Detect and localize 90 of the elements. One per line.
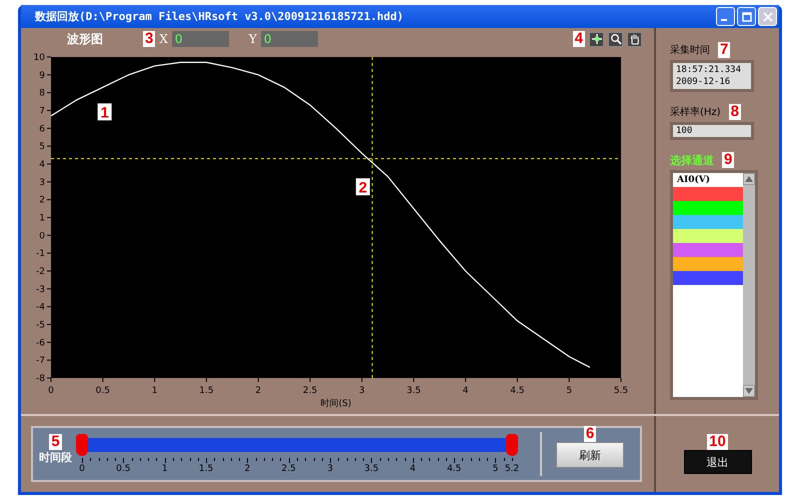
y-tick-label: 8 — [39, 88, 45, 99]
y-tick-label: 4 — [39, 160, 45, 170]
channel-color-row[interactable] — [673, 271, 743, 285]
y-tick-label: -1 — [36, 249, 45, 260]
y-tick-label: 0 — [39, 231, 45, 242]
hand-tool-icon[interactable] — [627, 32, 642, 46]
channel-select-label: 选择通道 — [670, 152, 714, 168]
callout-number: 9 — [722, 152, 734, 168]
acquire-time-display: 18:57:21.334 2009-12-16 — [670, 60, 754, 92]
x-tick-label: 5.5 — [614, 386, 628, 396]
y-tick-label: -5 — [36, 320, 45, 330]
callout-number: 10 — [707, 434, 728, 450]
window-title: 数据回放(D:\Program Files\HRsoft v3.0\20091216185721.hdd) — [35, 9, 404, 24]
y-tick-label: 7 — [39, 106, 45, 116]
x-tick-label: 1 — [152, 386, 158, 396]
channel-color-row[interactable] — [673, 257, 743, 271]
cursor-x-label: X — [159, 32, 168, 46]
x-tick-label: 2 — [255, 386, 262, 396]
channel-color-row[interactable] — [673, 187, 743, 201]
minimize-button[interactable] — [716, 7, 735, 26]
channel-color-row[interactable] — [673, 215, 743, 229]
scale-label: 4 — [410, 464, 416, 474]
sample-rate-label: 采样率(Hz) — [670, 106, 721, 119]
y-tick-label: 6 — [39, 124, 45, 134]
callout-number: 3 — [143, 31, 156, 47]
scale-label: 3.5 — [364, 464, 379, 474]
minimize-icon — [721, 19, 727, 21]
callout-number: 7 — [718, 42, 730, 58]
sample-rate-display: 100 — [670, 122, 754, 140]
y-tick-label: 2 — [39, 196, 45, 206]
callout-number: 8 — [728, 104, 741, 120]
callout-number: 1 — [98, 103, 112, 122]
slider-thumb[interactable] — [506, 434, 518, 456]
callout-number: 4 — [572, 31, 585, 47]
refresh-button[interactable]: 刷新 — [556, 442, 624, 468]
y-tick-label: -7 — [36, 356, 45, 366]
y-tick-label: 1 — [39, 214, 45, 224]
slider-thumb[interactable] — [76, 434, 88, 456]
y-tick-label: 10 — [34, 53, 45, 63]
x-tick-label: 0 — [48, 386, 54, 396]
scale-label: 0.5 — [116, 464, 130, 474]
callout-number: 6 — [584, 426, 596, 442]
zoom-tool-icon[interactable] — [608, 32, 623, 46]
scroll-down-icon[interactable] — [743, 385, 755, 397]
scroll-bar[interactable] — [743, 173, 755, 397]
exit-button[interactable]: 退出 — [684, 450, 752, 474]
y-tick-label: 9 — [39, 70, 45, 81]
cursor-y-field: 0 — [260, 31, 318, 47]
scroll-up-icon[interactable] — [743, 173, 755, 185]
graph-title: 波形图 — [67, 30, 103, 48]
cursor-tool-icon[interactable] — [589, 32, 604, 46]
scale-label: 1.5 — [198, 464, 214, 474]
time-range-label: 时间段 — [39, 450, 72, 464]
x-tick-label: 2.5 — [302, 386, 318, 396]
scale-label: 5.2 — [504, 464, 520, 474]
scale-label: 3 — [327, 464, 333, 474]
y-tick-label: -8 — [36, 374, 45, 384]
x-tick-label: 4.5 — [510, 386, 525, 396]
maximize-icon — [742, 12, 752, 22]
y-tick-label: -3 — [36, 284, 45, 295]
y-tick-label: -2 — [36, 267, 45, 277]
y-tick-label: 5 — [39, 142, 45, 152]
maximize-button[interactable] — [737, 7, 756, 26]
cursor-y-label: Y — [248, 32, 257, 46]
y-tick-label: -6 — [36, 338, 45, 348]
x-axis-title: 时间(S) — [320, 399, 352, 408]
scale-label: 2.5 — [282, 464, 296, 474]
scale-label: 2 — [244, 464, 250, 474]
cursor-line[interactable] — [372, 56, 373, 378]
scale-label: 1 — [162, 464, 168, 474]
x-tick-label: 3 — [359, 386, 365, 396]
x-tick-label: 0.5 — [96, 386, 110, 396]
x-tick-label: 5 — [566, 386, 572, 396]
channel-color-row[interactable] — [673, 229, 743, 243]
close-icon — [762, 12, 772, 22]
callout-number: 5 — [49, 434, 62, 450]
acquire-time-label: 采集时间 — [670, 44, 710, 57]
y-tick-label: 3 — [39, 178, 45, 188]
channel-item[interactable]: AI0(V) — [673, 173, 743, 187]
channel-color-row[interactable] — [673, 201, 743, 215]
x-tick-label: 1.5 — [199, 386, 214, 396]
channel-color-row[interactable] — [673, 243, 743, 257]
y-tick-label: -4 — [36, 302, 45, 313]
scale-label: 0 — [79, 464, 85, 474]
scale-label: 4.5 — [446, 464, 462, 474]
x-tick-label: 4 — [462, 386, 468, 396]
cursor-x-field: 0 — [172, 31, 229, 47]
close-button[interactable] — [758, 7, 777, 26]
scale-label: 5 — [492, 464, 498, 474]
x-tick-label: 3.5 — [406, 386, 421, 396]
